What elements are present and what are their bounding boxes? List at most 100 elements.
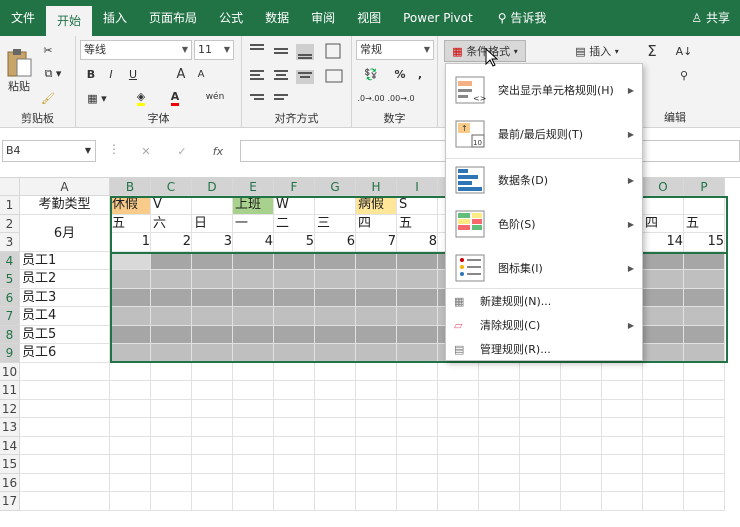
insert-function-button[interactable]: fx bbox=[206, 140, 230, 162]
cell[interactable] bbox=[438, 381, 479, 400]
cell[interactable] bbox=[151, 399, 192, 418]
cell[interactable] bbox=[110, 418, 151, 437]
cell[interactable] bbox=[561, 399, 602, 418]
cell[interactable] bbox=[315, 455, 356, 474]
tab-view[interactable]: 视图 bbox=[346, 0, 392, 36]
tab-power-pivot[interactable]: Power Pivot bbox=[392, 0, 484, 36]
cell[interactable] bbox=[315, 492, 356, 511]
cut-button[interactable]: ✂ bbox=[38, 40, 58, 60]
shaded-cell[interactable] bbox=[315, 307, 356, 326]
weekday-cell[interactable]: 一 bbox=[233, 214, 274, 233]
shaded-cell[interactable] bbox=[274, 288, 315, 307]
shaded-cell[interactable] bbox=[274, 325, 315, 344]
name-box[interactable]: B4 ▼ bbox=[2, 140, 96, 162]
cell[interactable] bbox=[315, 436, 356, 455]
font-color-button[interactable]: A bbox=[160, 88, 190, 108]
cell[interactable] bbox=[151, 436, 192, 455]
shaded-cell[interactable] bbox=[356, 307, 397, 326]
cell[interactable] bbox=[684, 196, 725, 215]
shaded-cell[interactable] bbox=[356, 270, 397, 289]
column-header-e[interactable]: E bbox=[233, 178, 274, 196]
cell[interactable] bbox=[520, 418, 561, 437]
cell[interactable] bbox=[315, 418, 356, 437]
menu-item-clear-rules[interactable]: ▱ 清除规则(C) ▶ bbox=[446, 314, 642, 336]
shaded-cell[interactable] bbox=[356, 251, 397, 270]
column-header-c[interactable]: C bbox=[151, 178, 192, 196]
shaded-cell[interactable] bbox=[643, 270, 684, 289]
shaded-cell[interactable] bbox=[151, 344, 192, 363]
cell[interactable] bbox=[233, 436, 274, 455]
cell[interactable] bbox=[684, 399, 725, 418]
weekday-cell[interactable]: 六 bbox=[151, 214, 192, 233]
cell[interactable] bbox=[110, 492, 151, 511]
shaded-cell[interactable] bbox=[397, 288, 438, 307]
shaded-cell[interactable] bbox=[233, 325, 274, 344]
shrink-font-button[interactable]: A bbox=[192, 64, 210, 84]
cell[interactable] bbox=[233, 381, 274, 400]
cell[interactable] bbox=[602, 473, 643, 492]
cell[interactable] bbox=[643, 436, 684, 455]
cell[interactable] bbox=[561, 492, 602, 511]
autosum-button[interactable]: Σ bbox=[640, 40, 664, 62]
cell[interactable] bbox=[561, 418, 602, 437]
cell[interactable] bbox=[233, 362, 274, 381]
shaded-cell[interactable] bbox=[110, 288, 151, 307]
cell[interactable] bbox=[20, 455, 110, 474]
day-cell[interactable]: 14 bbox=[643, 233, 684, 252]
cell[interactable] bbox=[20, 399, 110, 418]
cell[interactable] bbox=[274, 492, 315, 511]
cell[interactable] bbox=[479, 399, 520, 418]
tab-formulas[interactable]: 公式 bbox=[208, 0, 254, 36]
shaded-cell[interactable] bbox=[274, 344, 315, 363]
shaded-cell[interactable] bbox=[110, 307, 151, 326]
cell-b1[interactable]: 休假 bbox=[110, 196, 151, 215]
weekday-cell[interactable]: 五 bbox=[110, 214, 151, 233]
column-header-a[interactable]: A bbox=[20, 178, 110, 196]
cell[interactable] bbox=[643, 362, 684, 381]
cell[interactable] bbox=[356, 399, 397, 418]
cell[interactable] bbox=[561, 436, 602, 455]
cell[interactable] bbox=[397, 418, 438, 437]
font-size-combo[interactable]: 11 ▼ bbox=[194, 40, 234, 60]
cell-h1[interactable]: 病假 bbox=[356, 196, 397, 215]
shaded-cell[interactable] bbox=[684, 325, 725, 344]
shaded-cell[interactable] bbox=[315, 325, 356, 344]
tab-home[interactable]: 开始 bbox=[46, 6, 93, 36]
column-header-i[interactable]: I bbox=[397, 178, 438, 196]
shaded-cell[interactable] bbox=[233, 307, 274, 326]
day-cell[interactable]: 4 bbox=[233, 233, 274, 252]
find-select-button[interactable]: ⚲ bbox=[672, 64, 696, 86]
cell[interactable] bbox=[356, 362, 397, 381]
column-header-b[interactable]: B bbox=[110, 178, 151, 196]
row-header-6[interactable]: 6 bbox=[0, 288, 20, 307]
cell[interactable] bbox=[192, 196, 233, 215]
cell-a1[interactable]: 考勤类型 bbox=[20, 196, 110, 215]
cell[interactable] bbox=[643, 418, 684, 437]
cell[interactable] bbox=[684, 455, 725, 474]
shaded-cell[interactable] bbox=[397, 344, 438, 363]
cell[interactable] bbox=[643, 492, 684, 511]
tab-data[interactable]: 数据 bbox=[254, 0, 300, 36]
cell[interactable] bbox=[438, 399, 479, 418]
shaded-cell[interactable] bbox=[356, 325, 397, 344]
cell[interactable] bbox=[356, 381, 397, 400]
weekday-cell[interactable]: 四 bbox=[356, 214, 397, 233]
paste-button[interactable]: 粘贴 bbox=[2, 40, 36, 102]
shaded-cell[interactable] bbox=[397, 325, 438, 344]
cell[interactable] bbox=[479, 455, 520, 474]
cell-f1[interactable]: W bbox=[274, 196, 315, 215]
grow-font-button[interactable]: A bbox=[172, 64, 190, 84]
shaded-cell[interactable] bbox=[274, 307, 315, 326]
cell[interactable] bbox=[151, 473, 192, 492]
cell[interactable] bbox=[520, 492, 561, 511]
row-header-15[interactable]: 15 bbox=[0, 455, 20, 474]
cell[interactable] bbox=[110, 473, 151, 492]
shaded-cell[interactable] bbox=[684, 251, 725, 270]
shaded-cell[interactable] bbox=[192, 270, 233, 289]
column-header-g[interactable]: G bbox=[315, 178, 356, 196]
cell[interactable] bbox=[479, 436, 520, 455]
comma-button[interactable]: , bbox=[412, 64, 428, 84]
row-header-9[interactable]: 9 bbox=[0, 344, 20, 363]
shaded-cell[interactable] bbox=[151, 325, 192, 344]
cell[interactable] bbox=[192, 455, 233, 474]
